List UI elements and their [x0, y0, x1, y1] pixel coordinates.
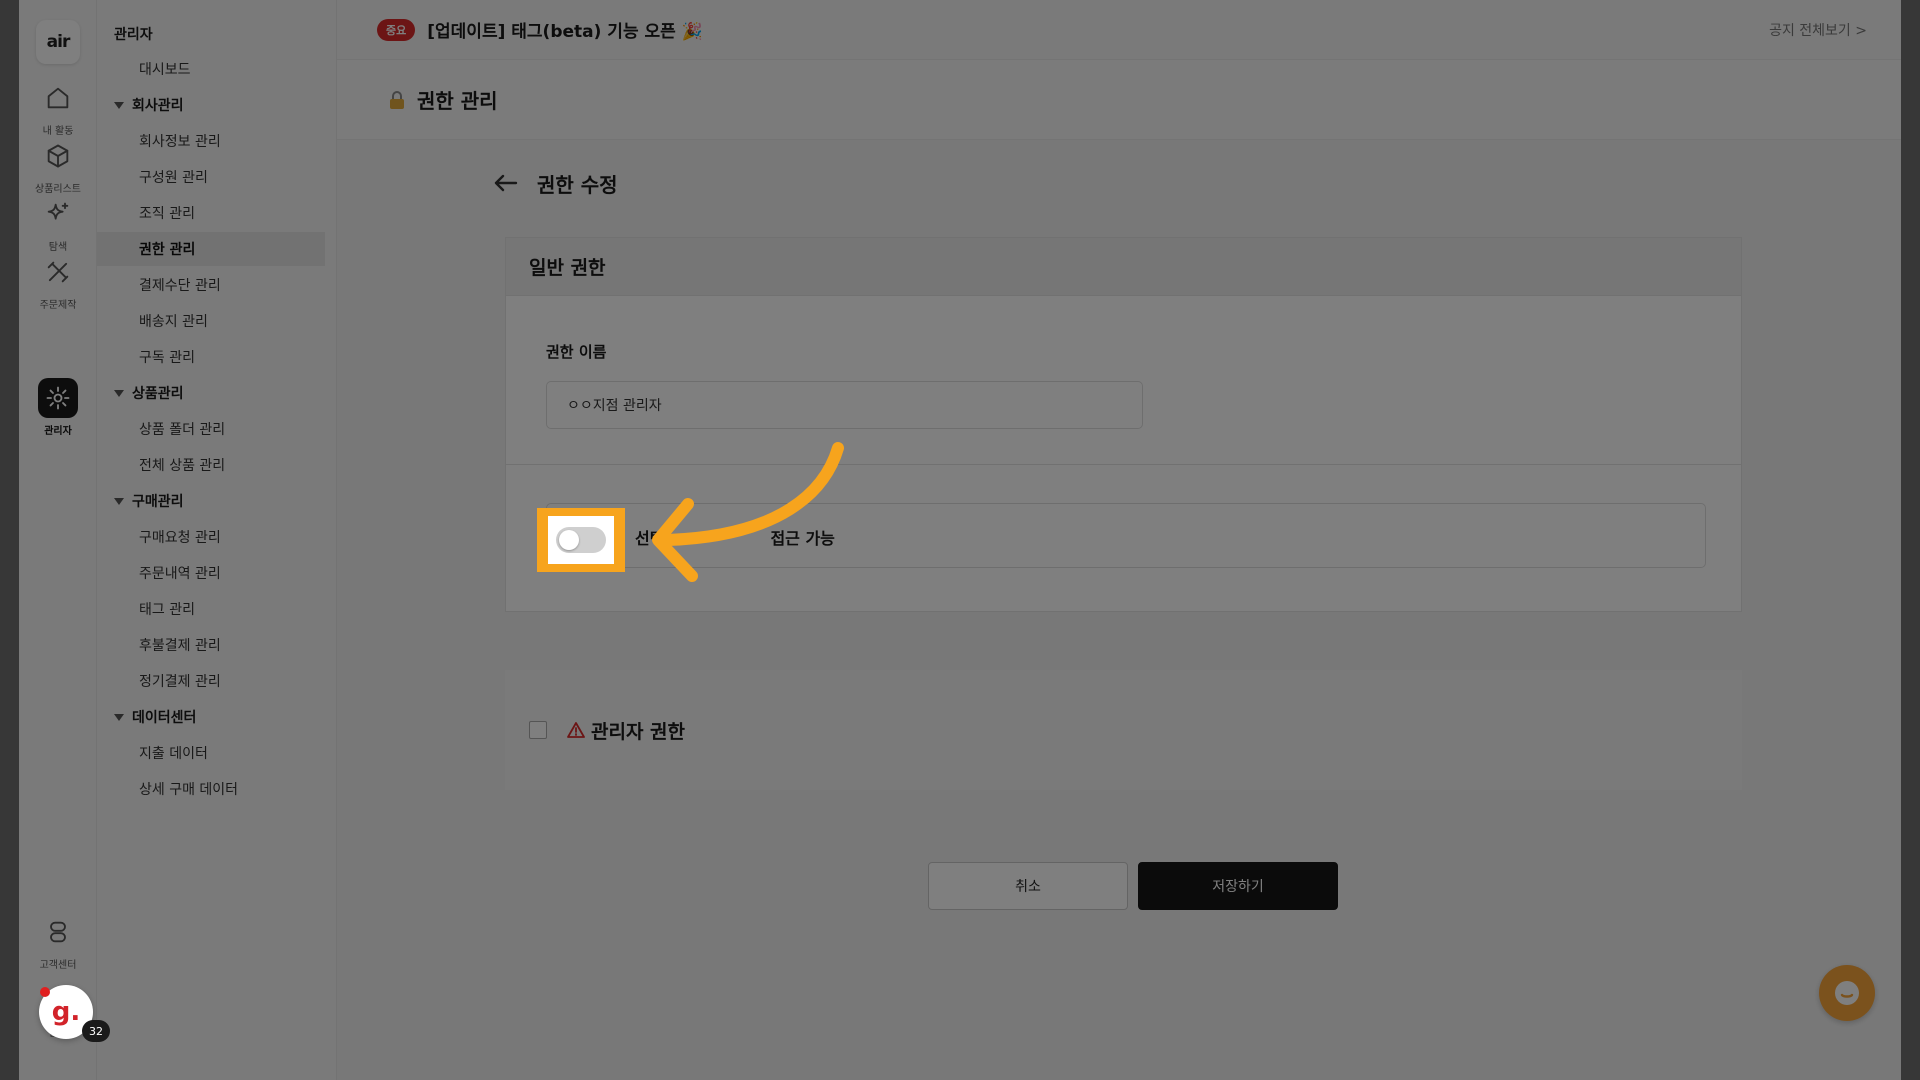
menu-item-dashboard[interactable]: 대시보드: [97, 52, 325, 86]
menu-item-members[interactable]: 구성원 관리: [97, 160, 325, 194]
page-title: 권한 관리: [417, 89, 498, 113]
sparkle-icon: [38, 194, 78, 234]
permission-name-input[interactable]: [546, 381, 1143, 429]
menu-item-product-folders[interactable]: 상품 폴더 관리: [97, 412, 325, 446]
admin-permission-title: 관리자 권한: [591, 720, 686, 743]
highlight-inner: [548, 516, 614, 564]
rail-item-label: 관리자: [44, 426, 72, 437]
menu-item-purchase-requests[interactable]: 구매요청 관리: [97, 520, 325, 554]
rail-item-admin[interactable]: 관리자: [19, 378, 97, 437]
menu-item-purchase-detail-data[interactable]: 상세 구매 데이터: [97, 772, 325, 806]
expand-triangle-icon: [114, 101, 124, 109]
cancel-button[interactable]: 취소: [928, 862, 1128, 910]
edit-permission-title: 권한 수정: [537, 172, 618, 197]
menu-group-purchasing[interactable]: 구매관리: [97, 484, 325, 518]
menu-item-company-info[interactable]: 회사정보 관리: [97, 124, 325, 158]
rail-item-label: 탐색: [48, 242, 68, 253]
save-button[interactable]: 저장하기: [1138, 862, 1338, 910]
pointer-arrow-icon: [652, 442, 844, 582]
access-toggle-switch[interactable]: [556, 527, 606, 553]
page-header: 권한 관리: [337, 60, 1901, 140]
menu-title: 관리자: [114, 27, 153, 43]
tools-icon: [38, 252, 78, 292]
admin-permission-checkbox[interactable]: [529, 721, 547, 739]
menu-item-permissions[interactable]: 권한 관리: [97, 232, 325, 266]
main-content: 권한 수정 일반 권한 권한 이름 선택접근 가능 관리자 권한 취소 저장하기: [337, 140, 1901, 1080]
icon-rail: air 내 활동 상품리스트 탐색 주문제작 관리자 고객센터: [19, 0, 97, 1080]
admin-permission-card: 관리자 권한: [505, 670, 1742, 790]
rail-item-products[interactable]: 상품리스트: [19, 136, 97, 195]
avatar-letter: g.: [51, 997, 81, 1027]
chat-icon: [1835, 981, 1859, 1005]
rail-item-label: 상품리스트: [35, 184, 81, 195]
air-logo[interactable]: air: [36, 20, 80, 64]
support-icon: [38, 912, 78, 952]
notification-count-badge: 32: [82, 1020, 110, 1042]
box-icon: [38, 136, 78, 176]
notification-dot: [40, 987, 50, 997]
menu-item-tags[interactable]: 태그 관리: [97, 592, 325, 626]
menu-group-label: 구매관리: [132, 494, 184, 510]
warning-icon: [567, 722, 585, 738]
menu-item-recurring-payment[interactable]: 정기결제 관리: [97, 664, 325, 698]
menu-item-shipping[interactable]: 배송지 관리: [97, 304, 325, 338]
menu-item-deferred-payment[interactable]: 후불결제 관리: [97, 628, 325, 662]
expand-triangle-icon: [114, 497, 124, 505]
notice-text[interactable]: [업데이트] 태그(beta) 기능 오픈 🎉: [427, 17, 703, 42]
menu-item-spending-data[interactable]: 지출 데이터: [97, 736, 325, 770]
view-all-notices-link[interactable]: 공지 전체보기 >: [1769, 20, 1867, 40]
rail-item-label: 고객센터: [39, 960, 77, 971]
subheader: 권한 수정: [491, 168, 618, 198]
menu-item-subscription[interactable]: 구독 관리: [97, 340, 325, 374]
menu-group-company[interactable]: 회사관리: [97, 88, 325, 122]
menu-group-label: 회사관리: [132, 98, 184, 114]
admin-side-menu: 관리자 대시보드 회사관리 회사정보 관리 구성원 관리 조직 관리 권한 관리…: [97, 0, 337, 1080]
menu-group-products[interactable]: 상품관리: [97, 376, 325, 410]
menu-item-all-products[interactable]: 전체 상품 관리: [97, 448, 325, 482]
home-icon: [38, 78, 78, 118]
rail-item-label: 내 활동: [42, 126, 74, 137]
menu-item-order-history[interactable]: 주문내역 관리: [97, 556, 325, 590]
rail-item-label: 주문제작: [39, 300, 77, 311]
rail-item-my-activity[interactable]: 내 활동: [19, 78, 97, 137]
rail-item-explore[interactable]: 탐색: [19, 194, 97, 253]
menu-group-label: 상품관리: [132, 386, 184, 402]
notice-badge: 중요: [377, 18, 416, 41]
menu-item-payment-methods[interactable]: 결제수단 관리: [97, 268, 325, 302]
expand-triangle-icon: [114, 389, 124, 397]
general-permission-header: 일반 권한: [506, 238, 1741, 296]
permission-name-label: 권한 이름: [546, 343, 607, 361]
menu-group-label: 데이터센터: [132, 710, 197, 726]
notice-bar: 중요 [업데이트] 태그(beta) 기능 오픈 🎉 공지 전체보기 >: [337, 0, 1901, 60]
expand-triangle-icon: [114, 713, 124, 721]
toggle-knob: [559, 530, 579, 550]
chat-support-button[interactable]: [1819, 965, 1875, 1021]
gear-icon: [38, 378, 78, 418]
back-arrow-icon[interactable]: [491, 168, 521, 198]
menu-item-organization[interactable]: 조직 관리: [97, 196, 325, 230]
rail-item-support[interactable]: 고객센터: [19, 912, 97, 971]
lock-icon: [390, 90, 404, 109]
rail-item-custom-order[interactable]: 주문제작: [19, 252, 97, 311]
menu-group-data-center[interactable]: 데이터센터: [97, 700, 325, 734]
app-window: air 내 활동 상품리스트 탐색 주문제작 관리자 고객센터 관리자 대시보드…: [19, 0, 1901, 1080]
